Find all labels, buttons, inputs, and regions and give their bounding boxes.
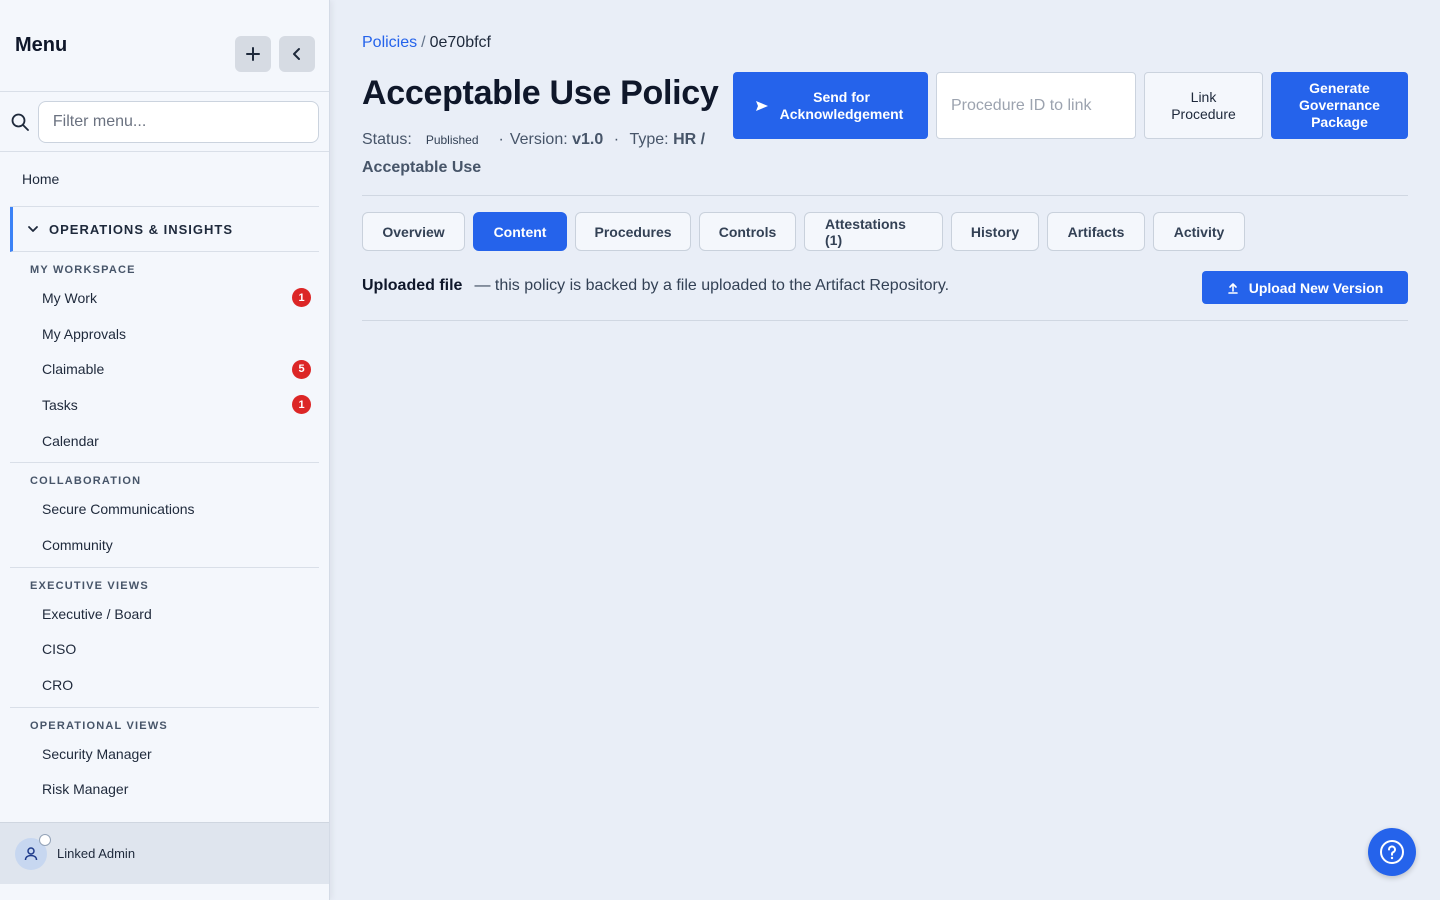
count-badge: 1 xyxy=(292,395,311,415)
tab-history[interactable]: History xyxy=(951,212,1039,251)
upload-icon xyxy=(1227,282,1239,294)
sidebar-item-risk-manager[interactable]: Risk Manager xyxy=(10,772,319,808)
divider xyxy=(362,195,1408,196)
generate-button-label: Generate Governance Package xyxy=(1299,80,1380,130)
count-badge: 5 xyxy=(292,359,311,379)
add-button[interactable] xyxy=(235,36,271,72)
sidebar-item-label: Secure Communications xyxy=(42,501,195,518)
chevron-down-icon xyxy=(27,223,39,235)
nav-group-operations-insights[interactable]: OPERATIONS & INSIGHTS xyxy=(10,207,319,252)
sidebar-item-ciso[interactable]: CISO xyxy=(10,632,319,668)
sidebar-item-security-manager[interactable]: Security Manager xyxy=(10,736,319,772)
sidebar-item-executive-board[interactable]: Executive / Board xyxy=(10,596,319,632)
status-badge: Published xyxy=(425,133,479,147)
nav-section-collaboration: COLLABORATION Secure Communications Comm… xyxy=(10,463,319,568)
avatar xyxy=(15,833,51,870)
sidebar-item-my-work[interactable]: My Work 1 xyxy=(10,280,319,316)
sidebar-header: Menu xyxy=(0,0,329,92)
breadcrumb-separator: / xyxy=(421,34,426,51)
nav-section-title: MY WORKSPACE xyxy=(30,264,136,276)
question-icon xyxy=(1380,840,1404,864)
sidebar-item-label: CISO xyxy=(42,641,77,658)
gear-icon xyxy=(39,833,51,846)
breadcrumb: Policies/0e70bfcf xyxy=(362,34,491,52)
nav-section-title: EXECUTIVE VIEWS xyxy=(30,579,149,592)
filter-menu-input[interactable] xyxy=(37,100,319,143)
link-button-label: Link Procedure xyxy=(1171,88,1236,122)
sidebar-item-label: CRO xyxy=(42,677,74,694)
sidebar-item-calendar[interactable]: Calendar xyxy=(10,423,319,459)
send-icon xyxy=(755,99,769,113)
upload-button-label: Upload New Version xyxy=(1248,279,1384,296)
generate-governance-package-button[interactable]: Generate Governance Package xyxy=(1271,72,1408,139)
count-badge: 1 xyxy=(292,288,311,308)
status-label: Status: xyxy=(362,131,412,148)
tab-artifacts[interactable]: Artifacts xyxy=(1047,212,1145,251)
help-button[interactable] xyxy=(1368,828,1416,876)
sidebar-item-label: Risk Manager xyxy=(42,781,129,798)
sidebar-title: Menu xyxy=(15,34,68,56)
sidebar-item-label: Community xyxy=(42,536,113,553)
tab-attestations[interactable]: Attestations (1) xyxy=(804,212,943,251)
procedure-id-input[interactable] xyxy=(936,72,1136,139)
nav-section-operational-views: OPERATIONAL VIEWS Security Manager Risk … xyxy=(10,708,319,811)
uploaded-file-notice: Uploaded file — this policy is backed by … xyxy=(362,277,949,295)
breadcrumb-current: 0e70bfcf xyxy=(429,34,491,51)
divider xyxy=(362,320,1408,321)
tab-content[interactable]: Content xyxy=(473,212,567,251)
policy-meta: Status: Published · Version: v1.0 · Type: H… xyxy=(362,126,727,181)
sidebar-item-label: Executive / Board xyxy=(42,605,152,622)
nav-group-label: OPERATIONS & INSIGHTS xyxy=(49,221,233,237)
upload-new-version-button[interactable]: Upload New Version xyxy=(1202,271,1408,304)
uploaded-file-text: — this policy is backed by a file upload… xyxy=(474,277,950,294)
breadcrumb-policies-link[interactable]: Policies xyxy=(362,34,417,51)
version-label: Version: xyxy=(509,131,568,148)
tab-activity[interactable]: Activity xyxy=(1153,212,1245,251)
sidebar-item-my-approvals[interactable]: My Approvals xyxy=(10,316,319,352)
sidebar-item-label: Tasks xyxy=(42,396,78,413)
version-value: v1.0 xyxy=(572,131,604,148)
link-procedure-button[interactable]: Link Procedure xyxy=(1144,72,1263,139)
sidebar-nav: Home OPERATIONS & INSIGHTS MY WORKSPACE … xyxy=(0,152,329,811)
user-footer[interactable]: Linked Admin xyxy=(0,822,329,884)
nav-section-my-workspace: MY WORKSPACE My Work 1 My Approvals Clai… xyxy=(10,252,319,464)
send-button-label: Send for Acknowledgement xyxy=(779,88,904,122)
send-for-acknowledgement-button[interactable]: Send for Acknowledgement xyxy=(733,72,928,139)
sidebar-item-claimable[interactable]: Claimable 5 xyxy=(10,351,319,387)
sidebar-item-secure-communications[interactable]: Secure Communications xyxy=(10,491,319,527)
user-name: Linked Admin xyxy=(57,846,136,861)
search-icon xyxy=(10,112,38,132)
sidebar: Menu Home OPERATIONS & INSIGHTS MY WORKS… xyxy=(0,0,330,900)
nav-section-title: COLLABORATION xyxy=(30,475,142,488)
tab-procedures[interactable]: Procedures xyxy=(575,212,691,251)
page-title: Acceptable Use Policy xyxy=(362,74,719,112)
meta-separator: · xyxy=(498,131,504,148)
sidebar-item-label: Claimable xyxy=(42,361,105,378)
sidebar-item-cro[interactable]: CRO xyxy=(10,667,319,703)
user-icon xyxy=(24,846,38,860)
collapse-sidebar-button[interactable] xyxy=(279,36,315,72)
sidebar-item-home[interactable]: Home xyxy=(10,152,319,207)
sidebar-item-label: My Work xyxy=(42,289,97,306)
sidebar-item-label: Calendar xyxy=(42,432,99,449)
plus-icon xyxy=(246,47,260,61)
tab-bar: Overview Content Procedures Controls Att… xyxy=(362,212,1245,251)
sidebar-item-community[interactable]: Community xyxy=(10,527,319,563)
nav-section-title: OPERATIONAL VIEWS xyxy=(30,719,168,732)
sidebar-item-label: Security Manager xyxy=(42,745,152,762)
chevron-left-icon xyxy=(293,48,300,60)
tab-overview[interactable]: Overview xyxy=(362,212,465,251)
nav-section-executive-views: EXECUTIVE VIEWS Executive / Board CISO C… xyxy=(10,568,319,708)
tab-controls[interactable]: Controls xyxy=(699,212,796,251)
type-label: Type: xyxy=(629,131,669,148)
uploaded-file-label: Uploaded file xyxy=(362,277,463,294)
sidebar-item-label: My Approvals xyxy=(42,325,127,342)
filter-row xyxy=(0,92,329,152)
meta-separator: · xyxy=(609,131,624,148)
sidebar-item-tasks[interactable]: Tasks 1 xyxy=(10,387,319,423)
